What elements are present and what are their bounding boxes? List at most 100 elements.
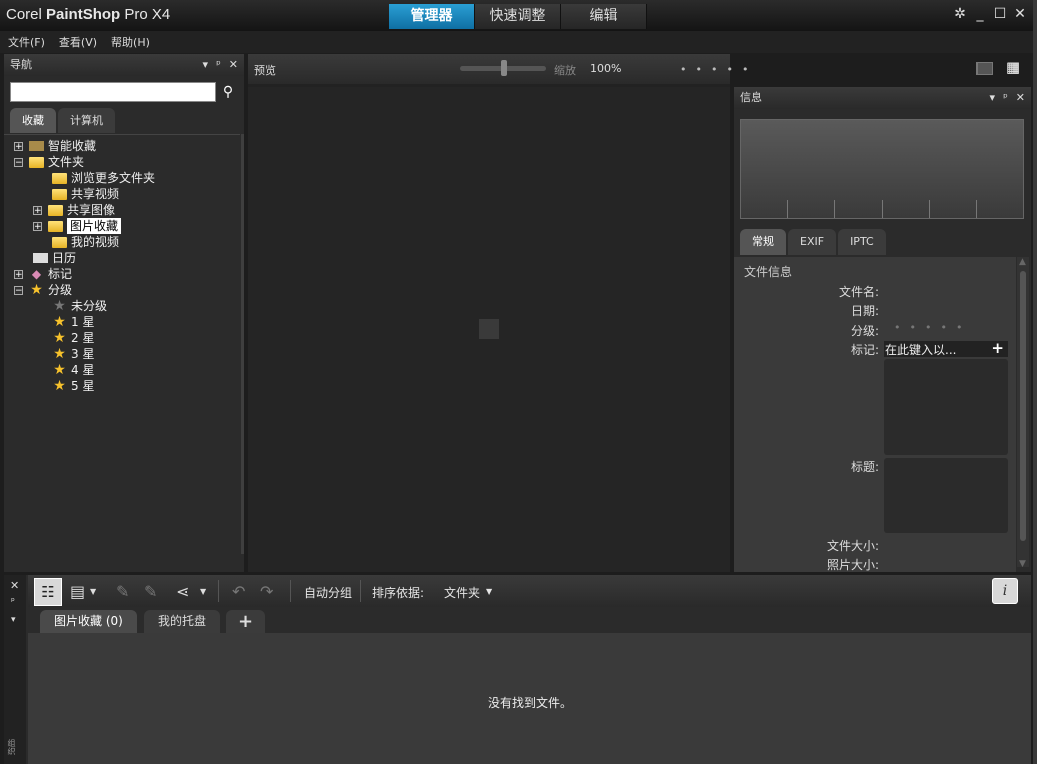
- expand-icon[interactable]: +: [14, 269, 23, 279]
- chevron-down-icon[interactable]: ▼: [486, 587, 492, 596]
- close-icon[interactable]: ✕: [1013, 6, 1027, 22]
- panel-menu-icon[interactable]: ▾: [990, 87, 996, 109]
- tree-item[interactable]: 我的视频: [52, 234, 119, 250]
- mode-tabs: 管理器 快速调整 编辑: [389, 4, 647, 29]
- file-info-heading: 文件信息: [744, 265, 793, 279]
- star-icon: ★: [53, 378, 66, 394]
- search-input[interactable]: [10, 82, 216, 102]
- thumbnail-view-icon[interactable]: ▦: [1006, 58, 1020, 76]
- tab-computer[interactable]: 计算机: [58, 108, 115, 133]
- tree-item[interactable]: ★ 4 星: [52, 362, 94, 378]
- tab-picture-collection[interactable]: 图片收藏 (0): [40, 610, 137, 633]
- panel-close-icon[interactable]: ✕: [1016, 87, 1025, 109]
- chevron-down-icon[interactable]: ▼: [90, 587, 96, 596]
- star-icon: ★: [30, 282, 43, 298]
- tab-exif[interactable]: EXIF: [788, 229, 837, 255]
- tree-item[interactable]: − 文件夹: [14, 154, 84, 170]
- tree-item[interactable]: + ◆ 标记: [14, 266, 72, 282]
- tree-item[interactable]: 日历: [33, 250, 76, 266]
- folder-tree-icon[interactable]: ☷: [34, 578, 62, 606]
- brush-icon[interactable]: ✎: [116, 582, 129, 601]
- tree-item[interactable]: + 图片收藏: [33, 218, 122, 234]
- sort-dropdown[interactable]: 文件夹: [444, 584, 480, 601]
- smart-collection-icon: [29, 141, 44, 151]
- collapse-icon[interactable]: −: [14, 285, 23, 295]
- organizer-side-bar: ✕ ᵖ ▾ 组织: [4, 575, 26, 764]
- panel-menu-icon[interactable]: ▾: [203, 54, 209, 76]
- menu-view[interactable]: 查看(V): [59, 34, 97, 50]
- tags-list[interactable]: [884, 359, 1008, 455]
- zoom-slider-thumb[interactable]: [501, 60, 507, 76]
- pin-icon[interactable]: ᵖ: [11, 597, 15, 607]
- navigation-tabs: 收藏 计算机: [10, 108, 115, 133]
- tree-item[interactable]: ★ 1 星: [52, 314, 94, 330]
- paintshop-window: Corel PaintShop Pro X4 管理器 快速调整 编辑 ✲ _ ☐…: [0, 0, 1037, 764]
- tree-item-label: 分级: [48, 283, 73, 297]
- search-icon[interactable]: ⚲: [218, 82, 238, 102]
- star-icon: ★: [53, 362, 66, 378]
- view-mode-icon[interactable]: ▤: [70, 582, 85, 601]
- tab-manage[interactable]: 管理器: [389, 4, 475, 29]
- collapse-icon[interactable]: −: [14, 157, 23, 167]
- tree-item[interactable]: + 共享图像: [33, 202, 115, 218]
- calendar-icon: [33, 253, 48, 263]
- tab-iptc[interactable]: IPTC: [838, 229, 886, 255]
- browse-folder-icon: [52, 172, 67, 184]
- tree-item[interactable]: + 智能收藏: [14, 138, 96, 154]
- tree-item-label: 4 星: [71, 363, 95, 377]
- panel-close-icon[interactable]: ✕: [229, 54, 238, 76]
- tab-collections[interactable]: 收藏: [10, 108, 56, 133]
- chevron-down-icon[interactable]: ▼: [200, 587, 206, 596]
- pin-icon[interactable]: ᵖ: [1003, 87, 1008, 109]
- maximize-icon[interactable]: ☐: [993, 6, 1007, 22]
- organizer-close-icon[interactable]: ✕: [10, 579, 19, 592]
- folder-icon: [29, 156, 44, 168]
- tag-input[interactable]: 在此键入以... +: [884, 339, 1008, 357]
- tree-scrollbar[interactable]: [241, 134, 244, 554]
- rotate-left-icon[interactable]: ↶: [232, 582, 245, 601]
- auto-group-button[interactable]: 自动分组: [304, 584, 352, 601]
- expand-icon[interactable]: +: [33, 221, 42, 231]
- tree-item[interactable]: ★ 3 星: [52, 346, 94, 362]
- minimize-icon[interactable]: _: [973, 6, 987, 22]
- menu-help[interactable]: 帮助(H): [111, 34, 150, 50]
- tree-item[interactable]: ★ 5 星: [52, 378, 94, 394]
- rotate-right-icon[interactable]: ↷: [260, 582, 273, 601]
- tree-item[interactable]: − ★ 分级: [14, 282, 72, 298]
- tree-item[interactable]: 浏览更多文件夹: [52, 170, 155, 186]
- pen-icon[interactable]: ✎: [144, 582, 157, 601]
- scroll-up-icon[interactable]: ▲: [1019, 257, 1026, 267]
- tab-general[interactable]: 常规: [740, 229, 786, 255]
- info-scrollbar[interactable]: ▲ ▼: [1017, 257, 1029, 569]
- share-icon[interactable]: ⋖: [176, 582, 189, 601]
- tray-tabs: 图片收藏 (0) 我的托盘 +: [28, 607, 1031, 633]
- tree-item[interactable]: ★ 2 星: [52, 330, 94, 346]
- settings-icon[interactable]: ✲: [953, 6, 967, 22]
- expand-icon[interactable]: +: [33, 205, 42, 215]
- folder-icon: [48, 220, 63, 232]
- tab-edit[interactable]: 编辑: [561, 4, 647, 29]
- rating-dots-icon[interactable]: •••••: [680, 63, 757, 76]
- info-header: 信息 ▾ ᵖ ✕: [734, 87, 1031, 109]
- expand-icon[interactable]: +: [14, 141, 23, 151]
- info-icon[interactable]: i: [992, 578, 1018, 604]
- caption-field[interactable]: [884, 458, 1008, 533]
- scroll-down-icon[interactable]: ▼: [1019, 559, 1026, 569]
- star-icon: ★: [53, 330, 66, 346]
- tree-item[interactable]: ★ 未分级: [52, 298, 107, 314]
- pin-icon[interactable]: ᵖ: [216, 54, 221, 76]
- brand-paintshop: PaintShop: [46, 6, 121, 23]
- tab-my-tray[interactable]: 我的托盘: [144, 610, 221, 633]
- single-view-button[interactable]: [977, 62, 993, 75]
- scrollbar-thumb[interactable]: [1020, 271, 1026, 541]
- tab-adjust[interactable]: 快速调整: [475, 4, 561, 29]
- navigation-title: 导航: [10, 58, 32, 71]
- info-tabs: 常规 EXIF IPTC: [740, 229, 886, 255]
- menu-file[interactable]: 文件(F): [8, 34, 45, 50]
- add-tag-icon[interactable]: +: [991, 339, 1004, 357]
- tree-item[interactable]: 共享视频: [52, 186, 119, 202]
- filename-label: 文件名:: [838, 285, 879, 299]
- panel-menu-icon[interactable]: ▾: [11, 615, 16, 625]
- rating-dots-icon[interactable]: •••••: [894, 321, 971, 334]
- add-tray-icon[interactable]: +: [226, 610, 266, 633]
